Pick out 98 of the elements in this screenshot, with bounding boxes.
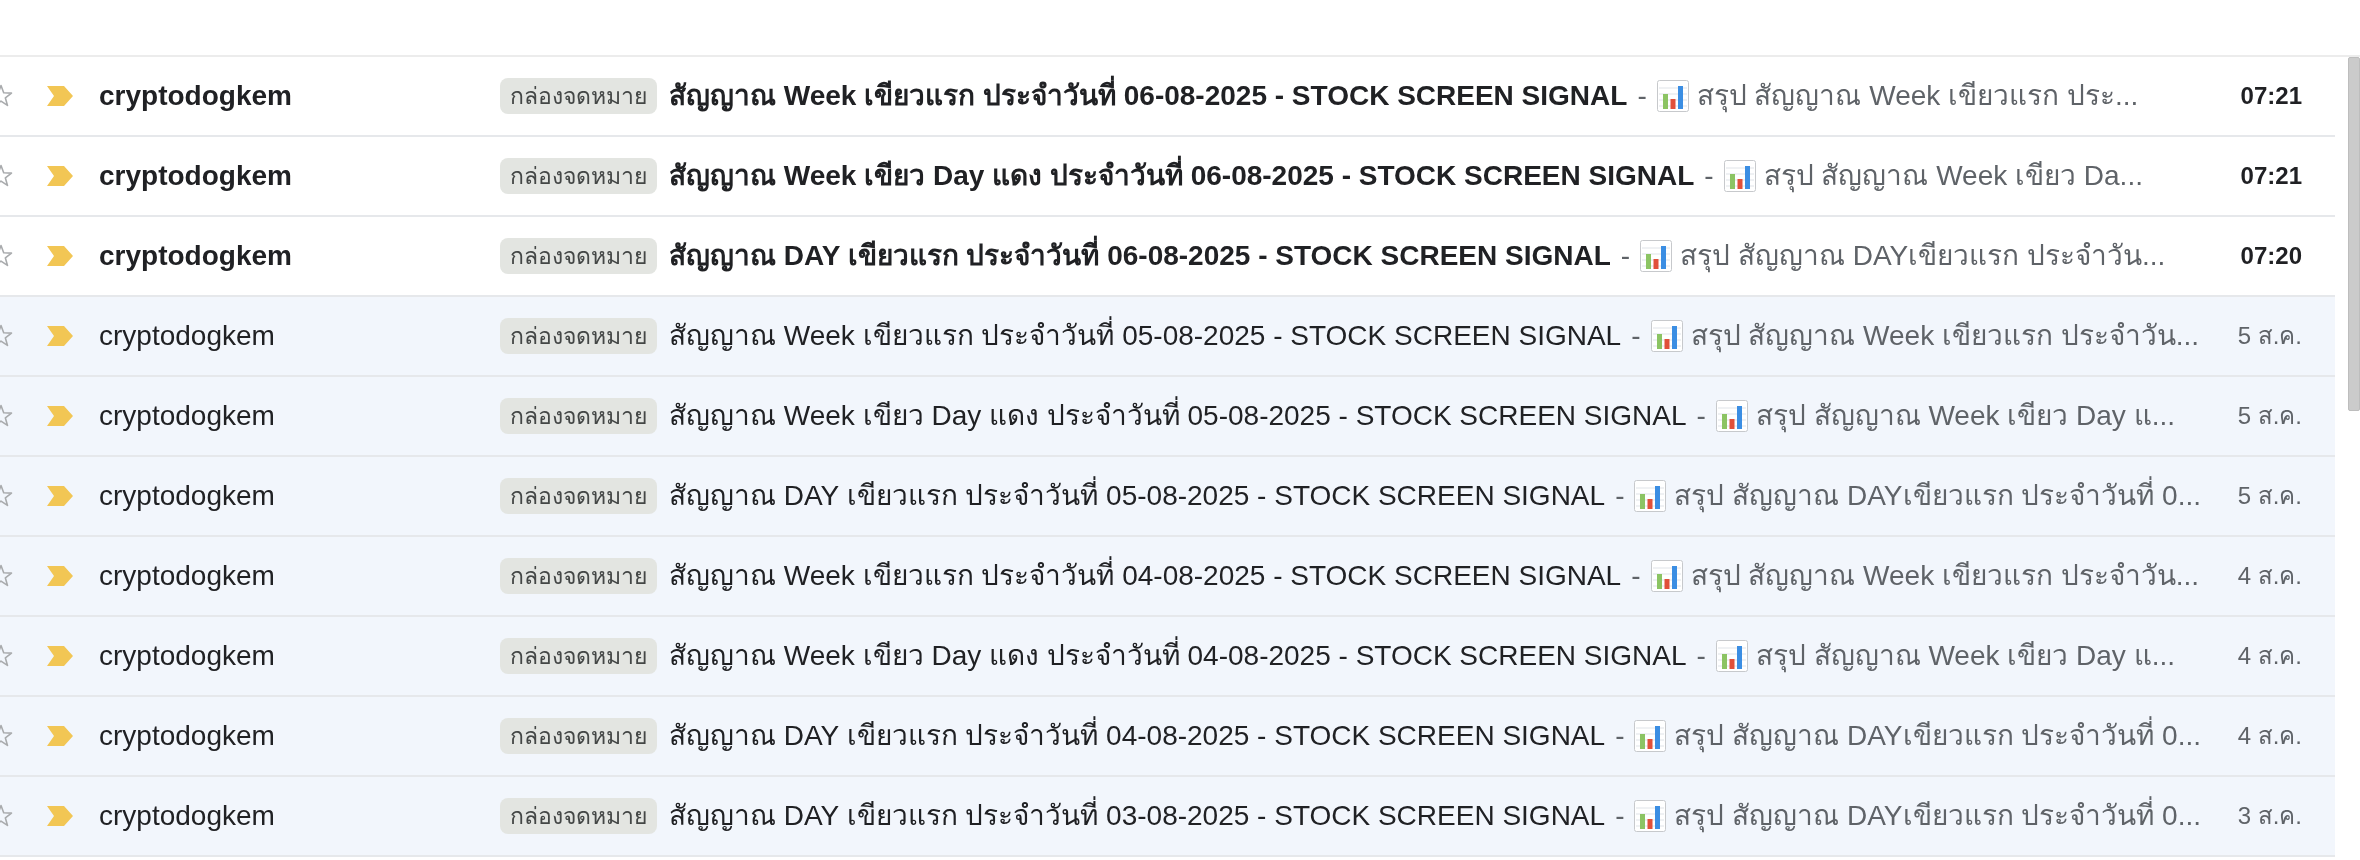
inbox-label[interactable]: กล่องจดหมาย: [500, 478, 657, 514]
importance-marker-icon[interactable]: [47, 326, 73, 346]
star-icon[interactable]: [0, 324, 13, 348]
email-snippet: สรุป สัญญาณ DAYเขียวแรก ประจำวัน...: [1680, 239, 2166, 275]
email-row[interactable]: cryptodogkem กล่องจดหมาย สัญญาณ Week เขียวแรก ประจำวันที่ 05-08-2025 - STOCK SCREEN SIGNAL - สรุป สัญญาณ Week เขียวแรก ประจำวัน... 5 ส.ค.: [0, 297, 2335, 377]
email-snippet: สรุป สัญญาณ DAYเขียวแรก ประจำวันที่ 0...: [1674, 796, 2201, 836]
received-time: 5 ส.ค.: [2237, 321, 2302, 351]
bar-chart-icon: [1650, 320, 1683, 352]
inbox-label[interactable]: กล่องจดหมาย: [500, 238, 657, 274]
dash-separator: -: [1620, 239, 1631, 273]
inbox-label[interactable]: กล่องจดหมาย: [500, 398, 657, 434]
sender-name: cryptodogkem: [99, 720, 275, 751]
email-subject: สัญญาณ Week เขียว Day แดง ประจำวันที่ 06-08-2025 - STOCK SCREEN SIGNAL: [669, 156, 1695, 196]
email-subject: สัญญาณ Week เขียวแรก ประจำวันที่ 05-08-2025 - STOCK SCREEN SIGNAL: [669, 316, 1622, 356]
inbox-label[interactable]: กล่องจดหมาย: [500, 718, 657, 754]
email-subject: สัญญาณ Week เขียว Day แดง ประจำวันที่ 05-08-2025 - STOCK SCREEN SIGNAL: [669, 396, 1687, 436]
received-time: 5 ส.ค.: [2237, 401, 2302, 431]
email-snippet: สรุป สัญญาณ Week เขียว Day แ...: [1755, 399, 2175, 435]
star-icon[interactable]: [0, 404, 13, 428]
received-time: 07:20: [2240, 241, 2302, 271]
email-snippet: สรุป สัญญาณ Week เขียว Day แ...: [1755, 639, 2175, 675]
sender-name: cryptodogkem: [99, 800, 275, 831]
email-subject: สัญญาณ Week เขียว Day แดง ประจำวันที่ 04-08-2025 - STOCK SCREEN SIGNAL: [669, 636, 1687, 676]
importance-marker-icon[interactable]: [47, 166, 73, 186]
dash-separator: -: [1631, 559, 1641, 593]
email-row[interactable]: cryptodogkem กล่องจดหมาย สัญญาณ Week เขียว Day แดง ประจำวันที่ 04-08-2025 - STOCK SCREEN SIGNAL - สรุป สัญญาณ Week เขียว Day แ... 4 ส.ค.: [0, 617, 2335, 697]
email-subject: สัญญาณ DAY เขียวแรก ประจำวันที่ 05-08-2025 - STOCK SCREEN SIGNAL: [669, 476, 1606, 516]
importance-marker-icon[interactable]: [47, 806, 73, 826]
bar-chart-icon: [1723, 160, 1756, 192]
inbox-label[interactable]: กล่องจดหมาย: [500, 798, 657, 834]
email-snippet: สรุป สัญญาณ DAYเขียวแรก ประจำวันที่ 0...: [1674, 716, 2201, 756]
email-row[interactable]: cryptodogkem กล่องจดหมาย สัญญาณ DAY เขียวแรก ประจำวันที่ 03-08-2025 - STOCK SCREEN SIGNAL - สรุป สัญญาณ DAYเขียวแรก ประจำวันที่ 0... 3 ส.ค.: [0, 777, 2335, 857]
sender-name: cryptodogkem: [99, 560, 275, 591]
email-subject: สัญญาณ DAY เขียวแรก ประจำวันที่ 03-08-2025 - STOCK SCREEN SIGNAL: [669, 796, 1606, 836]
email-row[interactable]: cryptodogkem กล่องจดหมาย สัญญาณ DAY เขียวแรก ประจำวันที่ 05-08-2025 - STOCK SCREEN SIGNAL - สรุป สัญญาณ DAYเขียวแรก ประจำวันที่ 0... 5 ส.ค.: [0, 457, 2335, 537]
dash-separator: -: [1696, 399, 1706, 433]
received-time: 3 ส.ค.: [2237, 801, 2302, 831]
importance-marker-icon[interactable]: [47, 86, 73, 106]
star-icon[interactable]: [0, 724, 13, 748]
sender-name: cryptodogkem: [99, 400, 275, 431]
importance-marker-icon[interactable]: [47, 246, 73, 266]
bar-chart-icon: [1634, 720, 1667, 752]
bar-chart-icon: [1634, 480, 1667, 512]
star-icon[interactable]: [0, 484, 13, 508]
importance-marker-icon[interactable]: [47, 726, 73, 746]
email-subject: สัญญาณ Week เขียวแรก ประจำวันที่ 04-08-2025 - STOCK SCREEN SIGNAL: [669, 556, 1622, 596]
sender-name: cryptodogkem: [99, 640, 275, 671]
sender-name: cryptodogkem: [99, 480, 275, 511]
email-subject: สัญญาณ Week เขียวแรก ประจำวันที่ 06-08-2025 - STOCK SCREEN SIGNAL: [669, 76, 1628, 116]
star-icon[interactable]: [0, 804, 13, 828]
importance-marker-icon[interactable]: [47, 486, 73, 506]
inbox-label[interactable]: กล่องจดหมาย: [500, 638, 657, 674]
sender-name: cryptodogkem: [99, 160, 292, 191]
email-snippet: สรุป สัญญาณ Week เขียวแรก ประ...: [1696, 79, 2139, 115]
sender-name: cryptodogkem: [99, 240, 292, 271]
email-row[interactable]: cryptodogkem กล่องจดหมาย สัญญาณ Week เขียว Day แดง ประจำวันที่ 05-08-2025 - STOCK SCREEN SIGNAL - สรุป สัญญาณ Week เขียว Day แ... 5 ส.ค.: [0, 377, 2335, 457]
received-time: 07:21: [2240, 81, 2302, 111]
email-subject: สัญญาณ DAY เขียวแรก ประจำวันที่ 06-08-2025 - STOCK SCREEN SIGNAL: [669, 236, 1611, 276]
email-snippet: สรุป สัญญาณ Week เขียวแรก ประจำวัน...: [1690, 559, 2200, 595]
importance-marker-icon[interactable]: [47, 646, 73, 666]
dash-separator: -: [1704, 159, 1714, 193]
dash-separator: -: [1631, 319, 1641, 353]
email-subject: สัญญาณ DAY เขียวแรก ประจำวันที่ 04-08-2025 - STOCK SCREEN SIGNAL: [669, 716, 1606, 756]
inbox-label[interactable]: กล่องจดหมาย: [500, 318, 657, 354]
importance-marker-icon[interactable]: [47, 566, 73, 586]
star-icon[interactable]: [0, 644, 13, 668]
dash-separator: -: [1637, 79, 1647, 113]
received-time: 4 ส.ค.: [2237, 721, 2302, 751]
bar-chart-icon: [1656, 80, 1689, 112]
email-row[interactable]: cryptodogkem กล่องจดหมาย สัญญาณ DAY เขียวแรก ประจำวันที่ 04-08-2025 - STOCK SCREEN SIGNAL - สรุป สัญญาณ DAYเขียวแรก ประจำวันที่ 0... 4 ส.ค.: [0, 697, 2335, 777]
sender-name: cryptodogkem: [99, 320, 275, 351]
scrollbar-thumb[interactable]: [2348, 57, 2360, 411]
received-time: 4 ส.ค.: [2237, 561, 2302, 591]
dash-separator: -: [1615, 799, 1625, 833]
bar-chart-icon: [1634, 800, 1667, 832]
inbox-label[interactable]: กล่องจดหมาย: [500, 558, 657, 594]
email-snippet: สรุป สัญญาณ Week เขียว Da...: [1763, 159, 2143, 195]
email-snippet: สรุป สัญญาณ Week เขียวแรก ประจำวัน...: [1690, 319, 2200, 355]
dash-separator: -: [1696, 639, 1706, 673]
received-time: 07:21: [2240, 161, 2302, 191]
received-time: 4 ส.ค.: [2237, 641, 2302, 671]
star-icon[interactable]: [0, 244, 13, 268]
bar-chart-icon: [1715, 640, 1748, 672]
star-icon[interactable]: [0, 164, 13, 188]
bar-chart-icon: [1640, 240, 1673, 272]
star-icon[interactable]: [0, 84, 13, 108]
dash-separator: -: [1615, 719, 1625, 753]
received-time: 5 ส.ค.: [2237, 481, 2302, 511]
bar-chart-icon: [1650, 560, 1683, 592]
bar-chart-icon: [1715, 400, 1748, 432]
inbox-label[interactable]: กล่องจดหมาย: [500, 158, 657, 194]
email-snippet: สรุป สัญญาณ DAYเขียวแรก ประจำวันที่ 0...: [1674, 476, 2201, 516]
star-icon[interactable]: [0, 564, 13, 588]
email-row[interactable]: cryptodogkem กล่องจดหมาย สัญญาณ Week เขียวแรก ประจำวันที่ 04-08-2025 - STOCK SCREEN SIGNAL - สรุป สัญญาณ Week เขียวแรก ประจำวัน... 4 ส.ค.: [0, 537, 2335, 617]
sender-name: cryptodogkem: [99, 80, 292, 111]
importance-marker-icon[interactable]: [47, 406, 73, 426]
inbox-label[interactable]: กล่องจดหมาย: [500, 78, 657, 114]
dash-separator: -: [1615, 479, 1625, 513]
